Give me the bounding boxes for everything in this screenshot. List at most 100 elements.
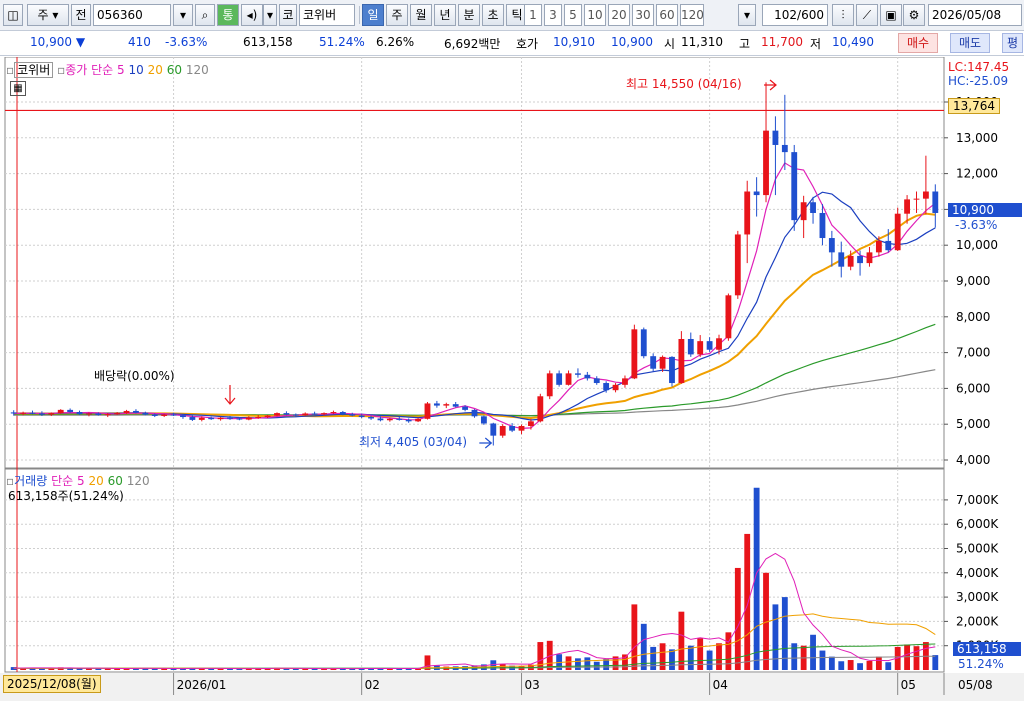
candle-body bbox=[255, 417, 262, 419]
volume-bar bbox=[584, 657, 591, 670]
mode-select[interactable]: 주 ▾ bbox=[27, 4, 69, 26]
period-tab[interactable]: 년 bbox=[434, 4, 456, 26]
divider bbox=[359, 6, 360, 24]
candle-body bbox=[29, 412, 36, 414]
grid-toggle-icon[interactable]: ▦ bbox=[10, 81, 26, 96]
candle-body bbox=[678, 338, 685, 384]
candle-body bbox=[603, 383, 610, 391]
stock-code-input[interactable]: 056360 bbox=[93, 4, 171, 26]
buy-button[interactable]: 매수 bbox=[898, 33, 939, 53]
volume-bar bbox=[838, 661, 845, 670]
candle-body bbox=[151, 414, 158, 416]
high-price: 11,700 bbox=[761, 35, 803, 49]
candle-body bbox=[386, 418, 393, 421]
candle-body bbox=[734, 234, 741, 296]
period-tab[interactable]: 분 bbox=[458, 4, 480, 26]
search-icon[interactable]: ⌕ bbox=[195, 4, 215, 26]
period-tab[interactable]: 일 bbox=[362, 4, 384, 26]
price-tick-label: 10,000 bbox=[956, 238, 998, 252]
interval-button[interactable]: 60 bbox=[656, 4, 678, 26]
gear-icon[interactable]: ⚙ bbox=[903, 4, 925, 26]
interval-button[interactable]: 10 bbox=[584, 4, 606, 26]
candle-body bbox=[133, 410, 139, 413]
ask-price: 10,910 bbox=[553, 35, 595, 49]
candle-body bbox=[640, 329, 647, 357]
period-tab[interactable]: 초 bbox=[482, 4, 504, 26]
hoga-label: 호가 bbox=[516, 37, 539, 51]
avg-button[interactable]: 평 bbox=[1002, 33, 1024, 53]
candle-body bbox=[339, 412, 346, 415]
speaker-dropdown-icon[interactable]: ▾ bbox=[263, 4, 277, 26]
candle-body bbox=[471, 409, 478, 417]
legend-ma20: 20 bbox=[147, 63, 163, 77]
candle-body bbox=[114, 413, 121, 415]
volume-bar bbox=[669, 649, 675, 670]
period-tab[interactable]: 주 bbox=[386, 4, 408, 26]
candle-body bbox=[622, 378, 628, 385]
current-volume-pct: 51.24% bbox=[958, 657, 1004, 671]
trendline-icon[interactable]: ⟋ bbox=[856, 4, 878, 26]
interval-button[interactable]: 1 bbox=[524, 4, 542, 26]
candle-body bbox=[10, 412, 17, 414]
price-tick-label: 4,000 bbox=[956, 453, 990, 467]
candle-body bbox=[208, 417, 215, 420]
volume-bar bbox=[744, 533, 751, 670]
window-icon[interactable]: ◫ bbox=[3, 4, 23, 26]
period-tab[interactable]: 월 bbox=[410, 4, 432, 26]
volume-info: 613,158주(51.24%) bbox=[8, 489, 124, 503]
interval-button[interactable]: 3 bbox=[544, 4, 562, 26]
volume-bar bbox=[697, 638, 704, 670]
candle-body bbox=[424, 403, 431, 419]
tong-button[interactable]: 통 bbox=[217, 4, 239, 26]
speaker-icon[interactable]: ◂) bbox=[241, 4, 263, 26]
candle-body bbox=[800, 202, 807, 221]
volume-ratio: 51.24% bbox=[319, 35, 365, 49]
candle-body bbox=[20, 412, 27, 414]
interval-button[interactable]: 30 bbox=[632, 4, 654, 26]
candle-body bbox=[838, 252, 845, 267]
candle-body bbox=[264, 415, 271, 418]
candle-body bbox=[330, 412, 337, 414]
low-price: 10,490 bbox=[832, 35, 874, 49]
candle-body bbox=[584, 374, 591, 379]
date-input[interactable]: 2026/05/08 bbox=[928, 4, 1022, 26]
candle-body bbox=[781, 144, 788, 153]
candle-body bbox=[866, 252, 873, 264]
volume-legend-ma60: 60 bbox=[107, 474, 123, 488]
candle-body bbox=[198, 417, 205, 420]
interval-button[interactable]: 5 bbox=[564, 4, 582, 26]
candle-body bbox=[819, 212, 826, 239]
x-axis-label: 02 bbox=[365, 678, 380, 692]
price-tick-label: 8,000 bbox=[956, 310, 990, 324]
lc-label: LC:147.45 bbox=[948, 60, 1010, 74]
volume-tick-label: 6,000K bbox=[956, 517, 999, 531]
current-price: 10,900 ▼ bbox=[30, 35, 85, 49]
chart-type-icon[interactable]: ⫶ bbox=[832, 4, 854, 26]
candle-body bbox=[650, 356, 657, 369]
x-axis-label: 03 bbox=[525, 678, 540, 692]
candle-body bbox=[227, 417, 233, 419]
price-tick-label: 9,000 bbox=[956, 274, 990, 288]
candle-body bbox=[763, 130, 769, 196]
candle-body bbox=[321, 413, 327, 415]
open-price: 11,310 bbox=[681, 35, 723, 49]
candle-body bbox=[490, 423, 497, 436]
interval-button[interactable]: 20 bbox=[608, 4, 630, 26]
candle-body bbox=[217, 417, 224, 420]
interval-button[interactable]: 120 bbox=[680, 4, 704, 26]
candle-body bbox=[772, 130, 779, 145]
x-axis-label: 05 bbox=[901, 678, 916, 692]
price-tick-label: 5,000 bbox=[956, 417, 990, 431]
open-label: 시 bbox=[664, 37, 676, 51]
save-icon[interactable]: ▣ bbox=[880, 4, 902, 26]
count-input[interactable]: 102/600 bbox=[762, 4, 828, 26]
stock-name-field[interactable]: 코위버 bbox=[299, 4, 355, 26]
candle-body bbox=[546, 373, 553, 397]
jeon-button[interactable]: 전 bbox=[71, 4, 91, 26]
candle-body bbox=[509, 425, 516, 431]
ko-button[interactable]: 코 bbox=[279, 4, 297, 26]
code-dropdown-icon[interactable]: ▾ bbox=[173, 4, 193, 26]
sell-button[interactable]: 매도 bbox=[950, 33, 991, 53]
volume-bar bbox=[781, 597, 788, 670]
interval-dropdown-icon[interactable]: ▾ bbox=[738, 4, 756, 26]
